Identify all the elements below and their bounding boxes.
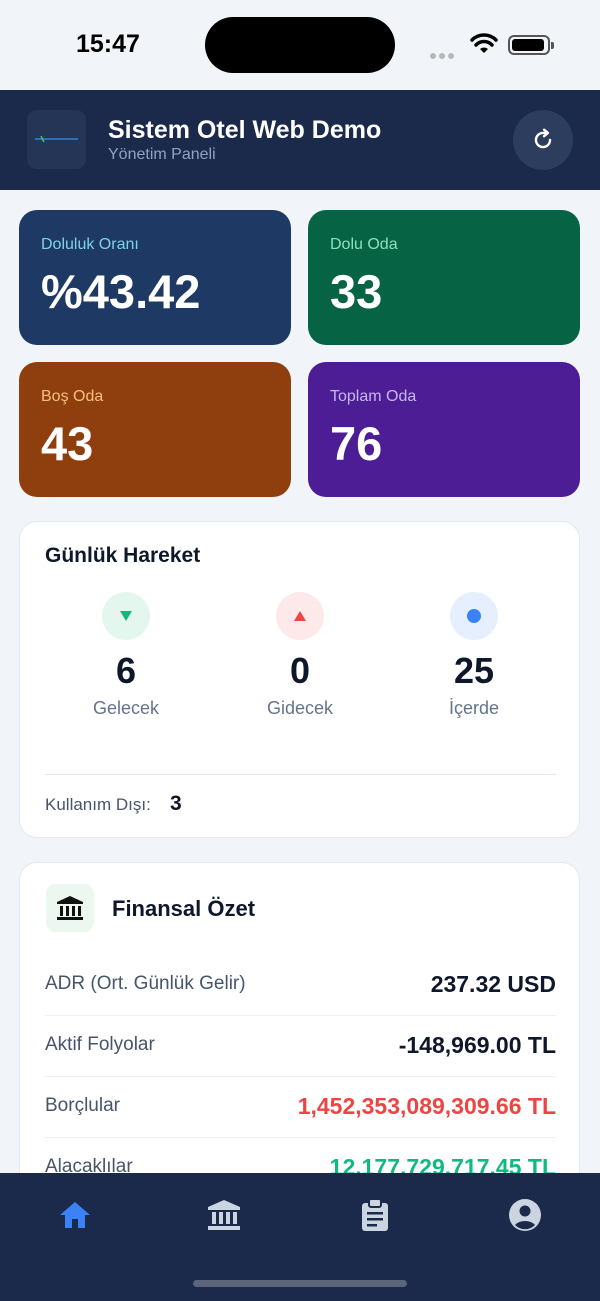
dynamic-island [205, 17, 395, 73]
vacant-rooms-card[interactable]: Boş Oda 43 [19, 362, 291, 497]
row-divider [45, 1076, 556, 1077]
finance-row-value: 237.32 USD [430, 971, 556, 997]
out-of-service-label: Kullanım Dışı: [45, 795, 151, 814]
inhouse-label: İçerde [448, 698, 500, 718]
app-title: Sistem Otel Web Demo [108, 116, 382, 144]
occupancy-rate-card[interactable]: Doluluk Oranı %43.42 [19, 210, 291, 345]
daily-movement-card: Günlük Hareket 6 Gelecek 0 Gidecek 25 İç… [19, 521, 580, 838]
departing-item[interactable]: 0 Gidecek [230, 592, 370, 719]
vacant-rooms-value: 43 [41, 417, 94, 470]
nav-home[interactable] [55, 1195, 95, 1235]
wifi-icon [470, 33, 498, 60]
occupied-rooms-card[interactable]: Dolu Oda 33 [308, 210, 580, 345]
total-rooms-label: Toplam Oda [330, 388, 417, 405]
inhouse-value: 25 [453, 650, 495, 691]
arrow-up-icon [276, 592, 324, 640]
clipboard-icon [362, 1198, 388, 1231]
finance-row-adr[interactable]: ADR (Ort. Günlük Gelir) 237.32 USD [45, 971, 556, 1033]
departing-label: Gidecek [266, 698, 334, 718]
bottom-navigation [0, 1173, 600, 1301]
departing-value: 0 [289, 650, 311, 691]
status-time: 15:47 [76, 30, 140, 58]
divider [45, 774, 556, 775]
home-indicator [193, 1280, 407, 1287]
finance-row-label: Borçlular [45, 1095, 120, 1116]
total-rooms-value: 76 [330, 417, 383, 470]
occupied-rooms-value: 33 [330, 265, 383, 318]
finance-row-value: -148,969.00 TL [398, 1032, 556, 1058]
status-bar: 15:47 [0, 0, 600, 90]
financial-summary-card: Finansal Özet ADR (Ort. Günlük Gelir) 23… [19, 862, 580, 1202]
daily-movement-title: Günlük Hareket [45, 544, 201, 567]
bank-icon [208, 1200, 240, 1230]
nav-account[interactable] [505, 1195, 545, 1235]
home-icon [60, 1202, 90, 1228]
financial-summary-title: Finansal Özet [112, 896, 256, 921]
occupancy-rate-label: Doluluk Oranı [41, 236, 139, 253]
arriving-item[interactable]: 6 Gelecek [56, 592, 196, 719]
out-of-service-value: 3 [170, 792, 182, 815]
battery-icon [508, 35, 554, 55]
finance-row-value: 1,452,353,089,309.66 TL [297, 1093, 556, 1119]
account-icon [509, 1199, 541, 1231]
total-rooms-card[interactable]: Toplam Oda 76 [308, 362, 580, 497]
bank-icon [46, 884, 94, 932]
nav-reports[interactable] [355, 1195, 395, 1235]
refresh-button[interactable] [513, 110, 573, 170]
refresh-icon [534, 128, 552, 149]
hotel-logo [27, 110, 86, 169]
nav-finance[interactable] [204, 1195, 244, 1235]
row-divider [45, 1015, 556, 1016]
arrow-down-icon [102, 592, 150, 640]
finance-row-debtors[interactable]: Borçlular 1,452,353,089,309.66 TL [45, 1093, 556, 1155]
app-header: Sistem Otel Web Demo Yönetim Paneli [0, 90, 600, 190]
occupancy-rate-value: %43.42 [41, 265, 201, 318]
dot-icon [450, 592, 498, 640]
row-divider [45, 1137, 556, 1138]
arriving-label: Gelecek [92, 698, 160, 718]
inhouse-item[interactable]: 25 İçerde [404, 592, 544, 719]
occupied-rooms-label: Dolu Oda [330, 236, 398, 253]
finance-row-label: ADR (Ort. Günlük Gelir) [45, 973, 246, 994]
vacant-rooms-label: Boş Oda [41, 388, 104, 405]
finance-row-active-folios[interactable]: Aktif Folyolar -148,969.00 TL [45, 1032, 556, 1094]
cellular-signal-icon [430, 46, 457, 64]
app-subtitle: Yönetim Paneli [108, 146, 216, 163]
finance-row-label: Aktif Folyolar [45, 1034, 155, 1055]
arriving-value: 6 [115, 650, 137, 691]
